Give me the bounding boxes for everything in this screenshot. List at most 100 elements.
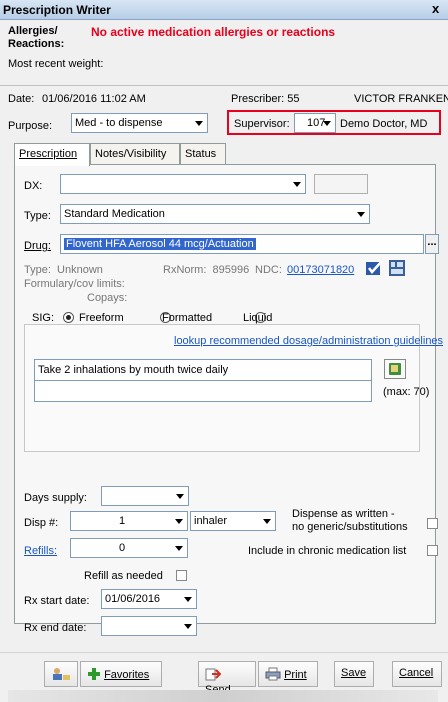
drug-value: Flovent HFA Aerosol 44 mcg/Actuation [64, 238, 256, 250]
rx-end-select[interactable] [101, 616, 197, 636]
close-button[interactable]: x [432, 1, 439, 16]
rx-end-label: Rx end date: [24, 622, 87, 634]
allergies-label: Allergies/ [8, 25, 58, 37]
printer-icon [265, 667, 281, 684]
chevron-down-icon [176, 494, 184, 499]
sig-liquid-label: Liquid [243, 312, 273, 324]
daw-checkbox[interactable] [427, 518, 438, 529]
rx-start-label: Rx start date: [24, 595, 90, 607]
rx-start-value: 01/06/2016 [105, 593, 161, 605]
prescriber-name: VICTOR FRANKEN [354, 93, 448, 105]
disp-unit-select[interactable]: inhaler [190, 511, 276, 531]
checkmark-icon[interactable] [366, 260, 384, 276]
allergies-value: No active medication allergies or reacti… [91, 25, 336, 39]
type-select[interactable]: Standard Medication [60, 204, 370, 224]
window-title: Prescription Writer [3, 3, 111, 17]
sig-text-input-2[interactable] [34, 380, 372, 402]
chevron-down-icon [175, 519, 183, 524]
copays-label: Copays: [87, 292, 128, 304]
refill-needed-label: Refill as needed [84, 570, 163, 582]
disp-label: Disp #: [24, 517, 59, 529]
days-supply-select[interactable] [101, 486, 189, 506]
ndc-label: NDC: [255, 264, 282, 276]
disp-quantity-select[interactable]: 1 [70, 511, 188, 531]
sig-text-value: Take 2 inhalations by mouth twice daily [38, 364, 229, 376]
tab-prescription-label: Prescription [19, 148, 78, 160]
chevron-down-icon [323, 121, 331, 126]
reactions-label: Reactions: [8, 38, 65, 50]
print-button[interactable]: Print [258, 661, 318, 687]
daw-label-1: Dispense as written - [292, 508, 395, 520]
save-label: Save [341, 667, 367, 679]
dx-select[interactable] [60, 174, 306, 194]
chevron-down-icon [175, 546, 183, 551]
drug-input[interactable]: Flovent HFA Aerosol 44 mcg/Actuation [60, 234, 424, 254]
rxnorm-info: RxNorm: 895996 [163, 264, 250, 276]
send-icon [205, 667, 222, 684]
chevron-down-icon [357, 212, 365, 217]
sig-freeform-label: Freeform [79, 312, 124, 324]
chevron-down-icon [184, 597, 192, 602]
formulary-label: Formulary/cov limits: [24, 278, 125, 290]
weight-label: Most recent weight: [8, 58, 104, 70]
supervisor-name: Demo Doctor, MD [340, 118, 428, 130]
tab-bar: Prescription Notes/Visibility Status [14, 143, 434, 166]
drug-monograph-icon[interactable] [388, 259, 406, 277]
refills-value: 0 [119, 542, 126, 554]
supervisor-label: Supervisor: [234, 118, 290, 130]
chronic-label: Include in chronic medication list [248, 545, 407, 557]
drug-label: Drug: [24, 240, 51, 252]
date-label: Date: [8, 93, 35, 105]
drug-lookup-button[interactable]: ... [425, 234, 439, 254]
rx-start-select[interactable]: 01/06/2016 [101, 589, 197, 609]
sig-freeform-radio[interactable] [63, 312, 74, 323]
plus-icon [87, 667, 101, 684]
chevron-down-icon [195, 121, 203, 126]
refill-needed-checkbox[interactable] [176, 570, 187, 581]
send-button[interactable]: Send [198, 661, 256, 696]
sig-formatted-label: Formatted [162, 312, 213, 324]
tab-notes-label: Notes/Visibility [95, 148, 167, 160]
chevron-down-icon [263, 519, 271, 524]
disp-unit-value: inhaler [194, 515, 228, 527]
type-label: Type: [24, 210, 51, 222]
save-button[interactable]: Save [334, 661, 374, 687]
pharmacy-button[interactable] [44, 661, 78, 687]
title-bar: Prescription Writer x [0, 0, 448, 20]
daw-label-2: no generic/substitutions [292, 521, 408, 533]
print-label: Print [284, 669, 307, 681]
prescriber-label: Prescriber: 55 [231, 93, 300, 105]
cancel-button[interactable]: Cancel [392, 661, 442, 687]
dx-code-field [314, 174, 368, 194]
refills-link[interactable]: Refills: [24, 545, 57, 557]
purpose-value: Med - to dispense [75, 117, 163, 129]
tab-status[interactable]: Status [180, 143, 226, 165]
purpose-select[interactable]: Med - to dispense [71, 113, 208, 133]
lookup-dosage-link[interactable]: lookup recommended dosage/administration… [174, 335, 443, 347]
favorites-button[interactable]: Favorites [80, 661, 162, 687]
tab-notes-visibility[interactable]: Notes/Visibility [90, 143, 180, 165]
sig-text-input[interactable]: Take 2 inhalations by mouth twice daily [34, 359, 372, 381]
type-value: Standard Medication [64, 208, 165, 220]
chevron-down-icon [184, 624, 192, 629]
chevron-down-icon [293, 182, 301, 187]
patient-info-header: Allergies/ Reactions: No active medicati… [0, 20, 448, 86]
dx-label: DX: [24, 180, 43, 192]
sig-max-label: (max: 70) [383, 386, 430, 398]
chronic-checkbox[interactable] [427, 545, 438, 556]
person-icon [51, 668, 71, 684]
supervisor-select[interactable]: 107 [294, 113, 336, 133]
disp-value: 1 [119, 515, 126, 527]
date-value: 01/06/2016 11:02 AM [42, 93, 146, 105]
cancel-label: Cancel [399, 667, 434, 679]
sig-label: SIG: [32, 312, 55, 324]
tab-prescription[interactable]: Prescription [14, 143, 90, 166]
purpose-label: Purpose: [8, 120, 53, 132]
status-strip [8, 690, 438, 702]
refills-select[interactable]: 0 [70, 538, 188, 558]
tab-status-label: Status [185, 148, 217, 160]
drug-type-info: Type: Unknown [24, 264, 103, 276]
days-supply-label: Days supply: [24, 492, 87, 504]
ndc-link[interactable]: 00173071820 [287, 264, 354, 276]
sig-book-button[interactable] [384, 359, 406, 379]
